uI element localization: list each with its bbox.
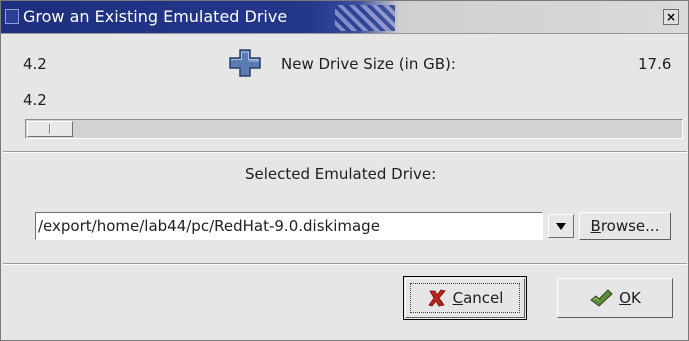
- browse-mnemonic: B: [590, 217, 601, 235]
- window-title: Grow an Existing Emulated Drive: [23, 7, 288, 26]
- max-size-value: 17.6: [638, 55, 672, 73]
- close-button[interactable]: ×: [663, 9, 679, 25]
- cancel-mnemonic: C: [452, 289, 464, 307]
- browse-label: Browse...: [591, 217, 660, 235]
- slider-thumb[interactable]: [27, 121, 73, 137]
- separator-top: [3, 151, 687, 153]
- drive-size-slider[interactable]: [25, 119, 683, 139]
- dialog-window: Grow an Existing Emulated Drive × 4.2 Ne…: [0, 0, 689, 341]
- title-bar[interactable]: Grow an Existing Emulated Drive ×: [1, 1, 688, 34]
- app-window-icon[interactable]: [5, 9, 19, 24]
- ok-mnemonic: O: [619, 289, 631, 307]
- ok-label-rest: K: [630, 289, 641, 307]
- plus-icon: [229, 49, 261, 77]
- drive-dropdown-button[interactable]: [548, 214, 574, 238]
- slider-value-readout: 4.2: [23, 91, 47, 109]
- selected-drive-label: Selected Emulated Drive:: [245, 165, 437, 183]
- browse-label-rest: rowse...: [600, 217, 660, 235]
- title-decoration: [335, 5, 395, 31]
- ok-label: OK: [619, 289, 641, 307]
- cancel-label-rest: ancel: [463, 289, 504, 307]
- cancel-button[interactable]: Cancel: [403, 276, 527, 320]
- cancel-label: Cancel: [453, 289, 504, 307]
- browse-button[interactable]: Browse...: [579, 212, 671, 240]
- drive-path-input[interactable]: /export/home/lab44/pc/RedHat-9.0.diskima…: [35, 212, 543, 240]
- current-size-value: 4.2: [23, 55, 47, 73]
- separator-bottom: [3, 263, 687, 265]
- ok-button[interactable]: OK: [557, 278, 673, 318]
- red-x-icon: [427, 289, 446, 307]
- new-drive-size-label: New Drive Size (in GB):: [281, 55, 456, 73]
- green-check-icon: [590, 289, 613, 307]
